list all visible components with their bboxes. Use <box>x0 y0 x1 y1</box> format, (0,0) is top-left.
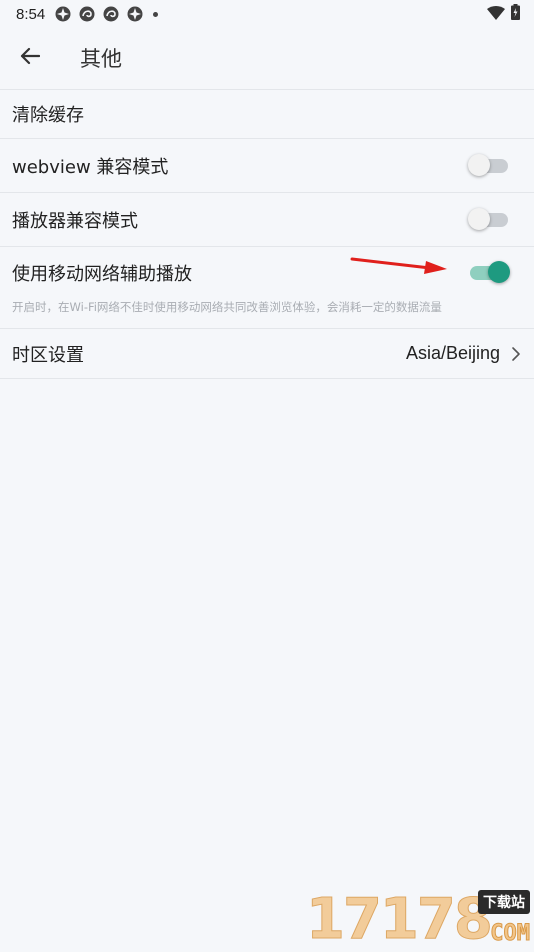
arrow-left-icon <box>20 47 41 69</box>
more-notifications-dot-icon <box>153 11 159 17</box>
watermark-logo: 17178 下载站 COM <box>306 888 532 948</box>
player-compat-toggle[interactable] <box>468 207 510 230</box>
player-compat-row: 播放器兼容模式 <box>0 193 534 247</box>
webview-compat-label: webview 兼容模式 <box>12 156 169 178</box>
clear-cache-label: 清除缓存 <box>12 105 84 126</box>
back-button[interactable] <box>0 28 60 88</box>
toggle-thumb <box>488 261 510 283</box>
mobile-assist-description: 开启时，在Wi-Fi网络不佳时使用移动网络共同改善浏览体验，会消耗一定的数据流量 <box>12 300 442 314</box>
pinwheel-icon-2 <box>127 6 143 22</box>
mobile-assist-label: 使用移动网络辅助播放 <box>12 264 192 285</box>
swirl-app-icon-2 <box>103 6 119 22</box>
swirl-app-icon <box>79 6 95 22</box>
watermark-number: 17178 <box>306 887 494 952</box>
mobile-assist-toggle[interactable] <box>470 261 510 283</box>
app-bar: 其他 <box>0 28 534 88</box>
timezone-label: 时区设置 <box>12 344 84 366</box>
settings-list: 清除缓存 webview 兼容模式 播放器兼容模式 使用移动网络辅助播放 开启时… <box>0 89 534 379</box>
watermark-badge: 下载站 <box>478 890 530 914</box>
battery-charging-icon <box>511 4 520 24</box>
clear-cache-row[interactable]: 清除缓存 <box>0 90 534 139</box>
toggle-thumb <box>468 207 490 230</box>
timezone-row[interactable]: 时区设置 Asia/Beijing <box>0 329 534 379</box>
page-title: 其他 <box>80 47 122 71</box>
status-time: 8:54 <box>16 5 46 23</box>
mobile-assist-row: 使用移动网络辅助播放 开启时，在Wi-Fi网络不佳时使用移动网络共同改善浏览体验… <box>0 247 534 329</box>
timezone-value: Asia/Beijing <box>405 343 500 363</box>
webview-compat-toggle[interactable] <box>468 153 510 176</box>
toggle-thumb <box>468 153 490 176</box>
status-bar: 8:54 <box>0 0 534 28</box>
watermark-suffix: COM <box>490 921 531 947</box>
player-compat-label: 播放器兼容模式 <box>12 210 138 232</box>
pinwheel-icon <box>55 6 71 22</box>
annotation-arrow-icon <box>350 253 450 277</box>
wifi-icon <box>487 5 505 24</box>
webview-compat-row: webview 兼容模式 <box>0 139 534 193</box>
status-right <box>487 4 520 24</box>
chevron-right-icon <box>510 345 522 363</box>
